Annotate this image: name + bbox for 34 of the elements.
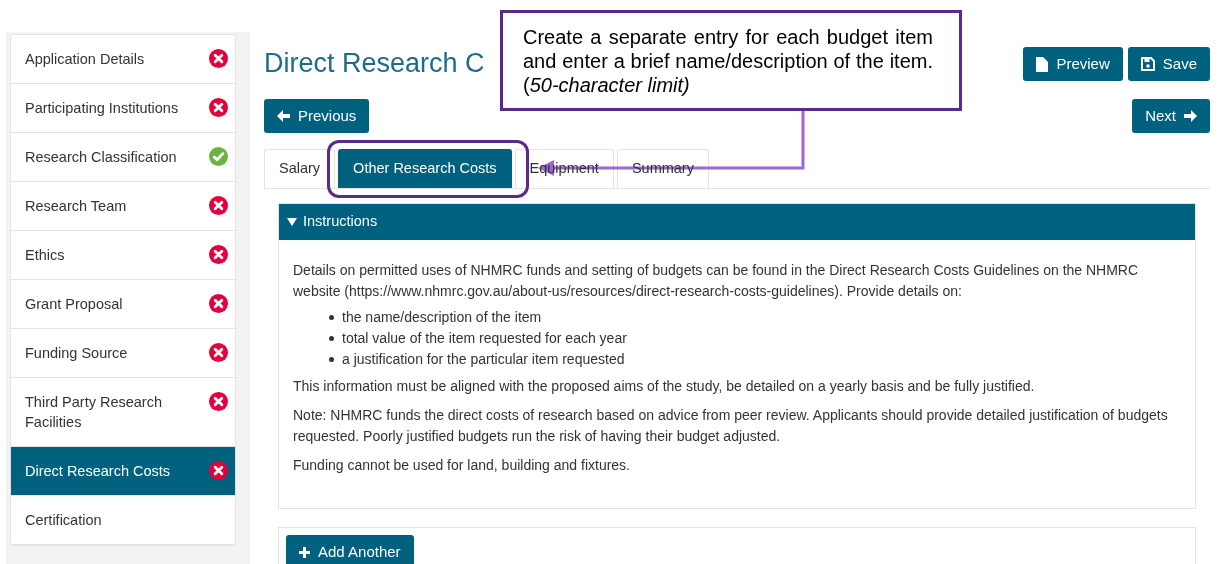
instructions-text: Note: NHMRC funds the direct costs of research based on advice from peer review. Applicants should provide detailed justification of budgets requested. Poorly justified budgets run the risk of having their budget adjusted. [293, 406, 1169, 446]
instructions-text: This information must be aligned with the proposed aims of the study, be detailed on a yearly basis and be fully justified. [293, 377, 1036, 396]
sidebar-item[interactable]: Grant Proposal [11, 280, 235, 329]
next-button[interactable]: Next [1132, 99, 1210, 133]
bullet-icon [329, 315, 334, 320]
page-title: Direct Research C [264, 47, 485, 79]
bullet-icon [329, 336, 334, 341]
instructions-text: Funding cannot be used for land, building and fixtures. [293, 456, 631, 475]
caret-icon [287, 218, 297, 226]
bullet-icon [329, 357, 334, 362]
sidebar-item[interactable]: Research Classification [11, 133, 235, 182]
callout-note: Create a separate entry for each budget item and enter a brief name/description of the item. (50-character limit) [500, 10, 962, 111]
save-button[interactable]: Save [1127, 47, 1210, 81]
sidebar-item[interactable]: Participating Institutions [11, 84, 235, 133]
instructions-text: Details on permitted uses of NHMRC funds and setting of budgets can be found in the Direct Research Costs Guidelines on the NHMRC website (https://www.nhmrc.gov.au/about-us/resources/direct-research-costs-guidelines). Provide details on: [293, 261, 1140, 301]
arrow-right-icon [1184, 110, 1197, 122]
document-icon [1036, 56, 1049, 72]
arrow-left-icon [277, 110, 290, 122]
instructions-header[interactable]: Instructions [279, 204, 1195, 240]
previous-button[interactable]: Previous [264, 99, 370, 133]
bullet-text: total value of the item requested for each year [342, 329, 627, 348]
sidebar-item[interactable]: Ethics [11, 231, 235, 280]
sidebar-item[interactable]: Research Team [11, 182, 235, 231]
plus-icon [299, 546, 310, 558]
bullet-text: a justification for the particular item requested [342, 350, 625, 369]
bullet-text: the name/description of the item [342, 308, 542, 327]
sidebar-item[interactable]: Certification [11, 496, 235, 545]
add-another-button[interactable]: Add Another [286, 535, 414, 564]
preview-button[interactable]: Preview [1023, 47, 1123, 81]
sidebar-item[interactable]: Direct Research Costs [11, 447, 235, 496]
sidebar-item[interactable]: Application Details [11, 35, 235, 84]
tab[interactable]: Other Research Costs [338, 149, 512, 188]
tab[interactable]: Salary [264, 149, 336, 188]
sidebar-item[interactable]: Funding Source [11, 329, 235, 378]
